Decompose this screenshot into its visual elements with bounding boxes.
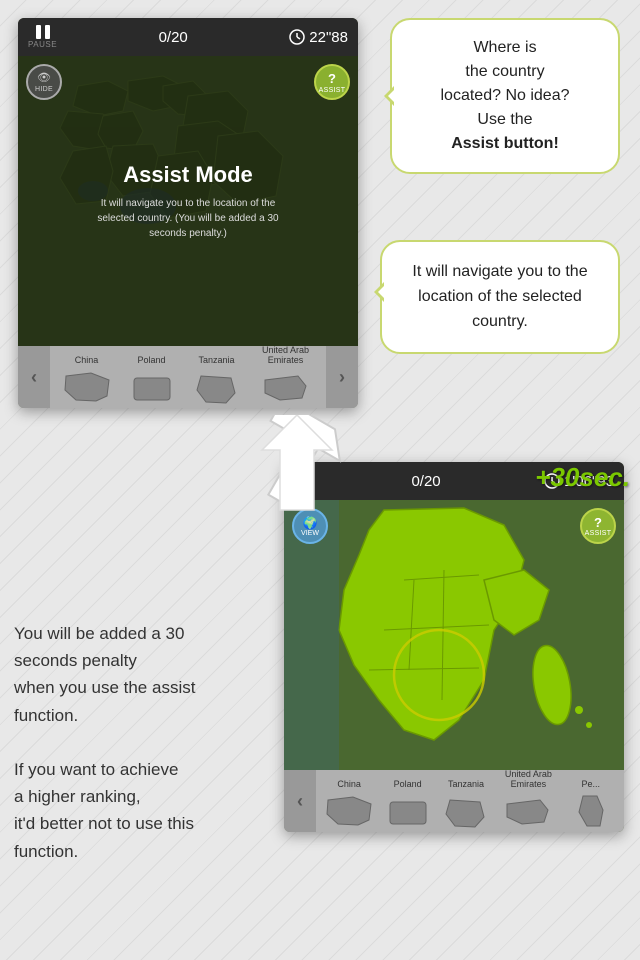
china-shape <box>61 368 113 406</box>
clock-icon <box>289 29 305 45</box>
bottom-score: 0/20 <box>411 473 440 490</box>
country-name: Pe... <box>581 780 600 790</box>
list-item[interactable]: China <box>323 780 375 830</box>
list-item[interactable]: Tanzania <box>440 780 492 830</box>
assist-button-label: Assist button! <box>451 135 559 152</box>
eye-icon: 👁 <box>37 71 51 84</box>
list-item[interactable]: Poland <box>126 356 178 406</box>
country-name: Tanzania <box>448 780 484 790</box>
bubble2-text: It will navigate you to the location of … <box>412 263 587 330</box>
assist-button-top[interactable]: ? ASSIST <box>314 64 350 100</box>
assist-label: ASSIST <box>319 87 346 94</box>
strip-next[interactable]: › <box>326 346 358 408</box>
country-strip-top: ‹ China Poland Tanzania <box>18 346 358 408</box>
list-item[interactable]: Tanzania <box>191 356 243 406</box>
strip-items-bottom: China Poland Tanzania United Arab Emirat… <box>316 770 624 832</box>
poland-shape <box>126 368 178 406</box>
speech-bubble-2: It will navigate you to the location of … <box>380 240 620 354</box>
country-name: United Arab Emirates <box>498 770 558 790</box>
country-name: China <box>337 780 361 790</box>
hide-label: HIDE <box>35 86 53 93</box>
penalty-badge: +30sec. <box>535 462 630 493</box>
assist-mode-overlay: Assist Mode It will navigate you to the … <box>18 56 358 346</box>
speech-bubble-1: Where is the country located? No idea? U… <box>390 18 620 174</box>
country-strip-bottom: ‹ China Poland Tanzania <box>284 770 624 832</box>
pause-icon <box>36 25 50 39</box>
globe-icon: 🌍 <box>303 516 318 530</box>
list-item[interactable]: United Arab Emirates <box>256 346 316 406</box>
africa-map-svg <box>284 500 624 800</box>
strip-prev-bottom[interactable]: ‹ <box>284 770 316 832</box>
assist-button-bottom[interactable]: ? ASSIST <box>580 508 616 544</box>
assist-label-bottom: ASSIST <box>585 530 612 537</box>
list-item[interactable]: United Arab Emirates <box>498 770 558 830</box>
country-name: Poland <box>137 356 165 366</box>
uae-shape <box>260 368 312 406</box>
strip-prev[interactable]: ‹ <box>18 346 50 408</box>
bottom-map: 🌍 VIEW ? ASSIST <box>284 500 624 800</box>
pause-button[interactable]: PAUSE <box>28 25 57 49</box>
instruction-text: You will be added a 30 seconds penalty w… <box>14 620 276 865</box>
top-game-screenshot: PAUSE 0/20 22"88 <box>18 18 358 408</box>
instruction-line-2: If you want to achieve a higher ranking,… <box>14 756 276 865</box>
bubble1-text: Where is the country located? No idea? U… <box>441 39 570 152</box>
pause-label: PAUSE <box>28 40 57 49</box>
view-label: VIEW <box>301 530 319 537</box>
hide-button[interactable]: 👁 HIDE <box>26 64 62 100</box>
question-icon: ? <box>328 71 336 86</box>
country-name: China <box>75 356 99 366</box>
instruction-line-1: You will be added a 30 seconds penalty w… <box>14 620 276 729</box>
country-name: United Arab Emirates <box>256 346 316 366</box>
top-timer: 22"88 <box>289 29 348 46</box>
country-name: Poland <box>394 780 422 790</box>
bottom-game-screenshot: 0/20 1'06"93 <box>284 462 624 832</box>
list-item[interactable]: China <box>61 356 113 406</box>
strip-items: China Poland Tanzania United Arab Emirat… <box>50 346 326 408</box>
big-arrow <box>252 415 342 515</box>
question-icon-bottom: ? <box>594 515 602 530</box>
top-score: 0/20 <box>159 29 188 46</box>
list-item[interactable]: Poland <box>382 780 434 830</box>
assist-mode-title: Assist Mode <box>123 162 253 188</box>
tanzania-shape <box>191 368 243 406</box>
top-toolbar: PAUSE 0/20 22"88 <box>18 18 358 56</box>
assist-mode-desc: It will navigate you to the location of … <box>88 196 288 241</box>
top-map: Assist Mode It will navigate you to the … <box>18 56 358 346</box>
country-name: Tanzania <box>198 356 234 366</box>
list-item[interactable]: Pe... <box>565 780 617 830</box>
